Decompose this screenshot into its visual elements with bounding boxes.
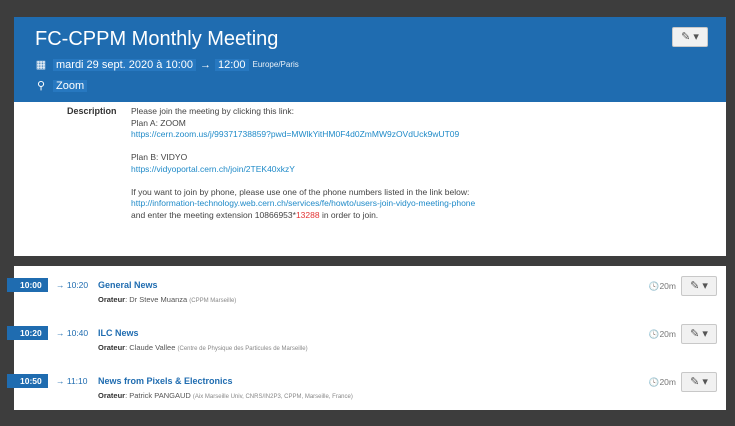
edit-dropdown-button[interactable]: ✎ ▾	[672, 27, 708, 47]
duration: 🕓20m	[648, 377, 676, 387]
speaker: Orateur: Patrick PANGAUD (Aix Marseille …	[98, 391, 353, 400]
calendar-icon: ▦	[35, 59, 47, 71]
description-line: If you want to join by phone, please use…	[131, 186, 470, 197]
description-line: Plan B: VIDYO	[131, 152, 188, 162]
event-start: mardi 29 sept. 2020 à 10:00	[53, 58, 196, 71]
timetable-item: 10:00 → 10:20 General News Orateur: Dr S…	[7, 270, 726, 314]
timetable-item: 10:50 → 11:10 News from Pixels & Electro…	[7, 366, 726, 410]
event-end: 12:00	[214, 58, 249, 71]
start-time-badge: 10:50	[7, 374, 48, 388]
timetable-item: 10:20 → 10:40 ILC News Orateur: Claude V…	[7, 318, 726, 362]
vidyo-link[interactable]: https://vidyoportal.cern.ch/join/2TEK40x…	[131, 164, 475, 176]
edit-dropdown-button[interactable]: ✎ ▾	[681, 276, 717, 296]
edit-dropdown-button[interactable]: ✎ ▾	[681, 372, 717, 392]
description-line: and enter the meeting extension 10866953…	[131, 209, 379, 220]
duration: 🕓20m	[648, 329, 676, 339]
contribution-title[interactable]: News from Pixels & Electronics	[98, 376, 233, 386]
end-time: → 10:20	[56, 280, 89, 290]
contribution-title[interactable]: General News	[98, 280, 158, 290]
arrow: →	[199, 58, 211, 71]
duration: 🕓20m	[648, 281, 676, 291]
description-body: Please join the meeting by clicking this…	[131, 106, 475, 221]
event-date-row: ▦ mardi 29 sept. 2020 à 10:00 → 12:00 Eu…	[35, 58, 299, 71]
phone-info-link[interactable]: http://information-technology.web.cern.c…	[131, 198, 475, 210]
timetable-card: 10:00 → 10:20 General News Orateur: Dr S…	[7, 266, 726, 410]
end-time: → 11:10	[56, 376, 88, 386]
edit-dropdown-button[interactable]: ✎ ▾	[681, 324, 717, 344]
description-line: Plan A: ZOOM	[131, 117, 186, 128]
speaker: Orateur: Claude Vallee (Centre de Physiq…	[98, 343, 308, 352]
event-location-row: ⚲ Zoom	[35, 79, 88, 92]
map-marker-icon: ⚲	[36, 80, 46, 92]
end-time: → 10:40	[56, 328, 89, 338]
event-title: FC-CPPM Monthly Meeting	[35, 28, 279, 50]
start-time-badge: 10:00	[7, 278, 48, 292]
event-card: FC-CPPM Monthly Meeting ✎ ▾ ▦ mardi 29 s…	[14, 17, 726, 256]
zoom-link[interactable]: https://cern.zoom.us/j/99371738859?pwd=M…	[131, 129, 475, 141]
description-line: Please join the meeting by clicking this…	[131, 106, 294, 116]
start-time-badge: 10:20	[7, 326, 48, 340]
description-label: Description	[67, 106, 117, 116]
event-timezone: Europe/Paris	[252, 60, 299, 69]
contribution-title[interactable]: ILC News	[98, 328, 139, 338]
speaker: Orateur: Dr Steve Muanza (CPPM Marseille…	[98, 295, 237, 304]
event-header: FC-CPPM Monthly Meeting ✎ ▾ ▦ mardi 29 s…	[14, 17, 726, 102]
event-location: Zoom	[53, 79, 88, 92]
meeting-code: 13288	[295, 209, 320, 220]
